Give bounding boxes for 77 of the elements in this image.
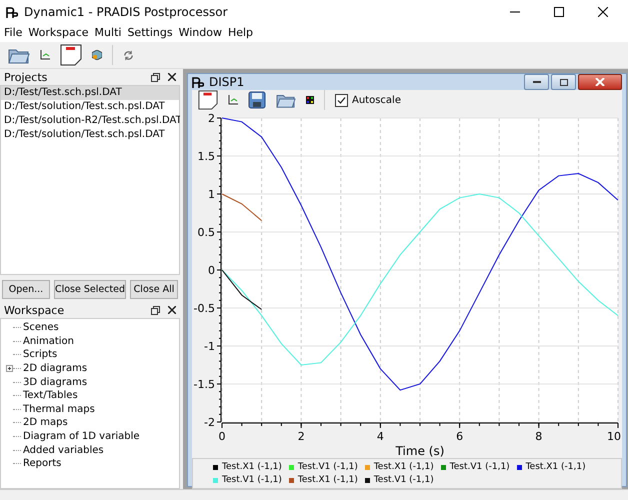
axis-title: Time (s) <box>396 444 444 458</box>
legend-label: Test.V1 (-1,1) <box>450 462 510 472</box>
legend-label: Test.X1 (-1,1) <box>374 462 434 472</box>
tick-label: 1.5 <box>198 150 215 163</box>
float-icon[interactable] <box>151 306 160 314</box>
tick-label: 8 <box>535 430 542 443</box>
menu-item[interactable]: Workspace <box>28 26 89 42</box>
save-icon[interactable] <box>248 91 266 109</box>
tick-label: 0.5 <box>198 226 215 239</box>
project-item[interactable]: D:/Test/solution/Test.sch.psl.DAT <box>1 128 179 142</box>
tree-item[interactable]: Text/Tables <box>23 390 78 402</box>
tick-label: 2 <box>298 430 305 443</box>
refresh-icon[interactable] <box>123 50 134 60</box>
app-logo-icon <box>6 6 18 18</box>
close-button[interactable] <box>578 74 622 90</box>
tick-label: 4 <box>376 430 384 443</box>
legend-label: Test.V1 (-1,1) <box>374 475 434 485</box>
tick-label: 6 <box>456 430 464 443</box>
axes-icon[interactable] <box>228 95 238 105</box>
tree-item[interactable]: Thermal maps <box>23 404 95 415</box>
menu-item[interactable]: Settings <box>127 26 173 42</box>
tick-label: -1.5 <box>194 378 215 391</box>
expand-icon[interactable] <box>6 365 13 372</box>
minimize-button[interactable] <box>524 74 549 90</box>
tree-item[interactable]: Reports <box>23 458 62 470</box>
tree-item[interactable]: 2D diagrams <box>23 363 88 374</box>
axes-icon[interactable] <box>40 50 50 60</box>
panel-title: Workspace <box>4 304 64 316</box>
tree-item[interactable]: 2D maps <box>23 417 68 428</box>
close-icon[interactable] <box>598 7 608 17</box>
menu-item[interactable]: File <box>4 26 22 42</box>
menu-item[interactable]: Multi <box>94 26 122 42</box>
app-logo-icon <box>192 76 204 88</box>
close-icon[interactable] <box>168 306 176 314</box>
restore-button[interactable] <box>551 74 576 90</box>
tick-label: 1 <box>208 188 215 201</box>
panel-button[interactable]: Open... <box>2 280 50 299</box>
float-icon[interactable] <box>151 72 160 82</box>
legend-label: Test.X1 (-1,1) <box>222 462 282 472</box>
project-item[interactable]: D:/Test/solution-R2/Test.sch.psl.DAT <box>1 114 179 128</box>
project-item[interactable]: D:/Test/solution/Test.sch.psl.DAT <box>1 100 179 114</box>
autoscale-checkbox[interactable]: Autoscale <box>335 94 401 106</box>
legend-label: Test.V1 (-1,1) <box>222 475 282 485</box>
tick-label: -0.5 <box>194 302 215 315</box>
palette-icon[interactable] <box>306 96 314 104</box>
tree-item[interactable]: Scenes <box>23 322 59 334</box>
restore-icon <box>560 78 568 86</box>
check-icon <box>335 94 348 106</box>
project-item[interactable]: D:/Test/Test.sch.psl.DAT <box>1 86 179 100</box>
legend-label: Test.X1 (-1,1) <box>298 475 358 485</box>
tick-label: -2 <box>204 416 215 429</box>
tree-item[interactable]: 3D diagrams <box>23 376 88 388</box>
panel-button[interactable]: Close All <box>130 280 178 299</box>
maximize-icon[interactable] <box>554 7 564 17</box>
tick-label: 2 <box>208 112 215 125</box>
panel-title: Projects <box>4 70 48 84</box>
close-icon[interactable] <box>168 73 176 81</box>
window-title: Dynamic1 - PRADIS Postprocessor <box>24 5 229 19</box>
tree-item[interactable]: Animation <box>23 336 74 347</box>
panel-button[interactable]: Close Selected <box>54 280 126 299</box>
tree-item[interactable]: Added variables <box>23 444 104 456</box>
legend-label: Test.X1 (-1,1) <box>526 462 586 472</box>
close-icon <box>595 78 605 86</box>
tick-label: -1 <box>204 340 215 353</box>
tick-label: 0 <box>218 430 226 443</box>
tick-label: 0 <box>208 264 215 277</box>
legend-label: Test.V1 (-1,1) <box>298 462 358 472</box>
menu-item[interactable]: Help <box>228 26 254 42</box>
menu-item[interactable]: Window <box>178 26 222 42</box>
tick-label: 10 <box>607 430 621 443</box>
document-icon[interactable] <box>60 44 82 66</box>
tree-item[interactable]: Diagram of 1D variable <box>23 431 140 442</box>
document-icon[interactable] <box>198 90 218 110</box>
minimize-icon <box>532 80 540 84</box>
tree-item[interactable]: Scripts <box>23 349 58 360</box>
cube-icon[interactable] <box>92 50 102 60</box>
window-title: DISP1 <box>209 75 246 89</box>
